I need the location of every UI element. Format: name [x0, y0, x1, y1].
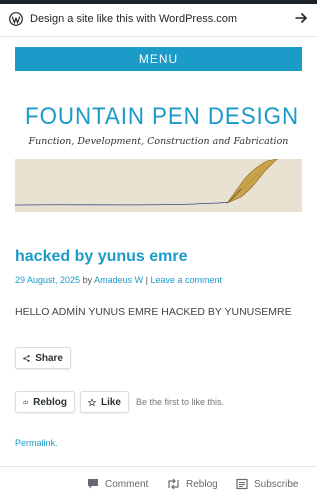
reblog-action[interactable]: Reblog	[167, 478, 218, 490]
star-icon	[88, 397, 96, 406]
reblog-button[interactable]: Reblog	[15, 391, 75, 413]
post-title[interactable]: hacked by yunus emre	[15, 248, 188, 266]
post-date[interactable]: 29 August, 2025	[15, 275, 80, 285]
meta-separator: |	[145, 275, 148, 285]
menu-button[interactable]: MENU	[15, 47, 302, 71]
reblog-icon	[168, 478, 179, 490]
reblog-action-label: Reblog	[186, 478, 218, 490]
wordpress-icon	[9, 12, 23, 26]
wordpress-banner[interactable]: Design a site like this with WordPress.c…	[0, 4, 317, 37]
reblog-icon	[23, 399, 28, 405]
arrow-right-icon[interactable]	[294, 11, 308, 25]
comment-action[interactable]: Comment	[87, 478, 148, 490]
permalink[interactable]: Permalink.	[15, 438, 58, 448]
subscribe-icon	[236, 478, 248, 490]
share-label: Share	[35, 352, 63, 364]
post-meta: 29 August, 2025 by Amadeus W | Leave a c…	[15, 275, 222, 285]
subscribe-action-label: Subscribe	[254, 478, 299, 490]
header-image	[15, 159, 302, 212]
subscribe-action[interactable]: Subscribe	[236, 478, 298, 490]
share-icon	[23, 354, 30, 362]
site-title[interactable]: FOUNTAIN PEN DESIGN	[25, 103, 298, 131]
like-button[interactable]: Like	[80, 391, 129, 413]
post-author[interactable]: Amadeus W	[94, 275, 143, 285]
post-body: HELLO ADMİN YUNUS EMRE HACKED BY YUNUSEM…	[15, 306, 292, 318]
like-note: Be the first to like this.	[136, 397, 225, 407]
reblog-label: Reblog	[33, 396, 67, 408]
comment-action-label: Comment	[105, 478, 149, 490]
wordpress-banner-text: Design a site like this with WordPress.c…	[30, 13, 238, 25]
comment-icon	[88, 479, 98, 489]
share-button[interactable]: Share	[15, 347, 71, 369]
action-bar: Comment Reblog Subscribe	[0, 466, 317, 501]
post-by: by	[82, 275, 93, 285]
like-label: Like	[100, 396, 121, 408]
site-description: Function, Development, Construction and …	[28, 136, 289, 147]
leave-comment-link[interactable]: Leave a comment	[151, 275, 223, 285]
